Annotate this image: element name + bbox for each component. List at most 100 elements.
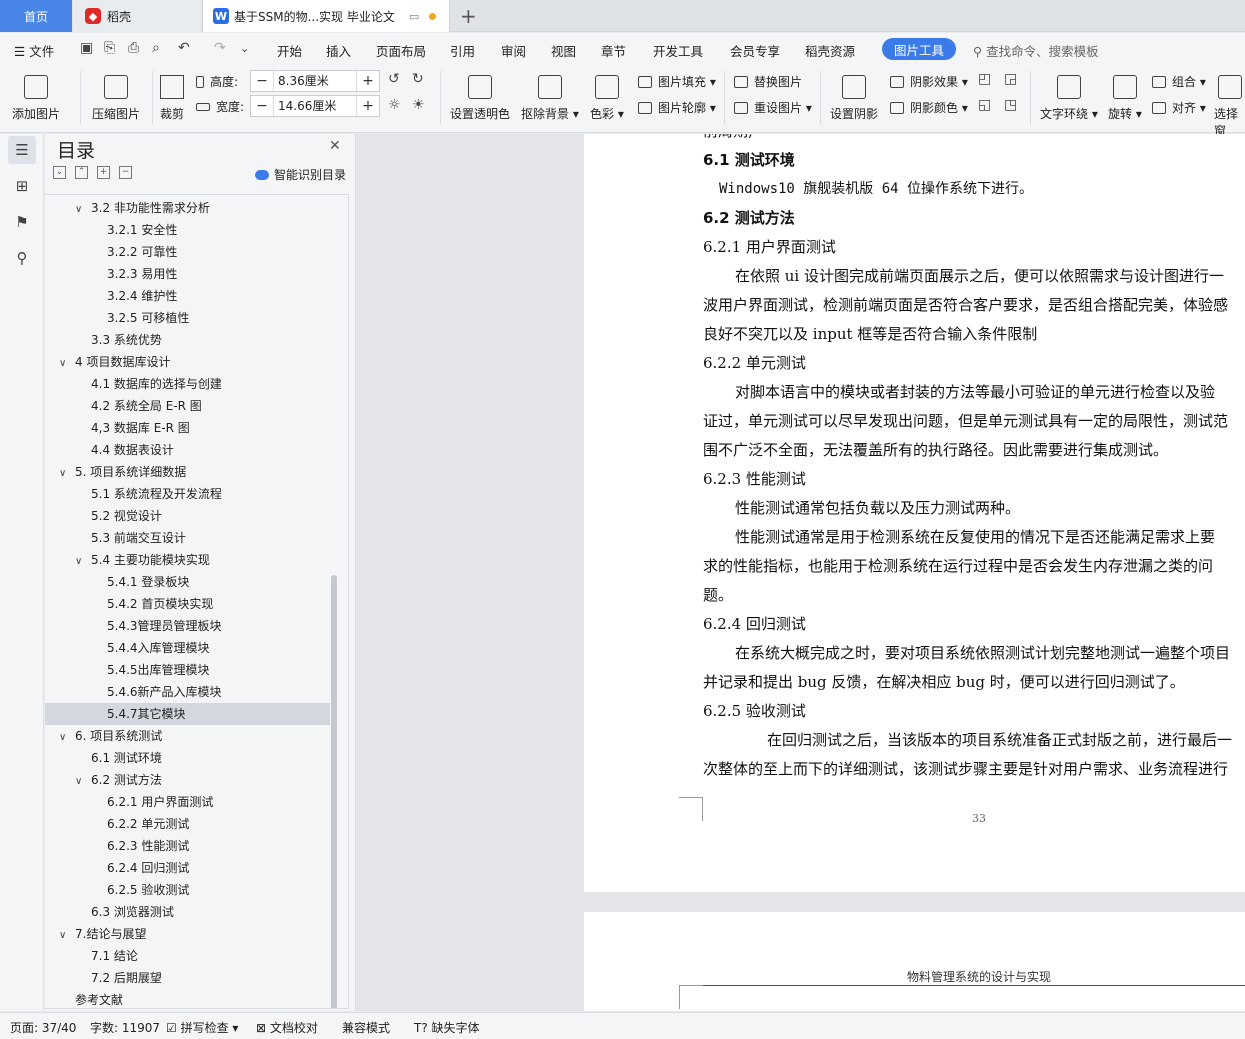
document-page[interactable]: 33 前周期, 6.1 测试环境 Windows10 旗舰装机版 64 位操作系统下… [584, 134, 1245, 892]
toc-item[interactable]: 5.2 视觉设计 [45, 505, 330, 527]
menu-page-layout[interactable]: 页面布局 [376, 41, 426, 60]
width-decrease-button[interactable]: − [251, 98, 273, 114]
smart-toc-button[interactable]: 智能识别目录 [255, 166, 346, 183]
document-text-line[interactable]: 次整体的至上而下的详细测试，该测试步骤主要是针对用户需求、业务流程进行 [703, 758, 1228, 779]
toc-item[interactable]: 5.4.1 登录板块 [45, 571, 330, 593]
toc-item[interactable]: 参考文献 [45, 989, 330, 1008]
doc-proofread-button[interactable]: ⊠ 文档校对 [256, 1019, 318, 1036]
crop-button[interactable]: 裁剪 [160, 75, 184, 122]
document-text-line[interactable]: 6.2.2 单元测试 [703, 352, 806, 373]
close-icon[interactable]: ✕ [329, 138, 341, 154]
document-text-line[interactable]: 6.2.1 用户界面测试 [703, 236, 836, 257]
word-count[interactable]: 字数: 11907 [90, 1019, 160, 1036]
shadow-color-button[interactable]: 阴影颜色 ▾ [890, 99, 968, 116]
toc-item[interactable]: 3.3 系统优势 [45, 329, 330, 351]
toc-item[interactable]: 6.2.2 单元测试 [45, 813, 330, 835]
toc-item[interactable]: 7.1 结论 [45, 945, 330, 967]
menu-review[interactable]: 审阅 [501, 41, 526, 60]
missing-font-button[interactable]: T? 缺失字体 [414, 1019, 480, 1036]
section-heading[interactable]: 6.2 测试方法 [703, 207, 795, 228]
toc-item[interactable]: 5.4.4入库管理模块 [45, 637, 330, 659]
toc-item[interactable]: ∨ 6. 项目系统测试 [45, 725, 330, 747]
selection-pane-button[interactable]: 选择窗 [1214, 75, 1245, 139]
toc-item[interactable]: 4.1 数据库的选择与创建 [45, 373, 330, 395]
toc-item[interactable]: 7.2 后期展望 [45, 967, 330, 989]
shadow-down-icon[interactable]: ◲ [1004, 71, 1017, 87]
chapter-nav-icon[interactable]: ⊞ [8, 172, 36, 200]
width-value[interactable]: 14.66厘米 [273, 96, 357, 116]
more-quick-access-icon[interactable]: ⌄ [240, 42, 249, 55]
toc-item[interactable]: ∨ 7.结论与展望 [45, 923, 330, 945]
toc-item[interactable]: 3.2.1 安全性 [45, 219, 330, 241]
command-search[interactable]: ⚲ 查找命令、搜索模板 [973, 41, 1099, 60]
brightness-decrease-icon[interactable]: ☀ [412, 97, 425, 113]
toc-item[interactable]: 6.2.3 性能测试 [45, 835, 330, 857]
menu-chapter[interactable]: 章节 [601, 41, 626, 60]
chevron-down-icon[interactable]: ∨ [59, 727, 73, 749]
menu-dev-tools[interactable]: 开发工具 [653, 41, 703, 60]
reset-image-button[interactable]: 重设图片 ▾ [734, 99, 812, 116]
toc-item[interactable]: 5.4.3管理员管理板块 [45, 615, 330, 637]
shadow-up-icon[interactable]: ◰ [978, 71, 991, 87]
toc-item[interactable]: 3.2.2 可靠性 [45, 241, 330, 263]
align-button[interactable]: 对齐 ▾ [1152, 99, 1206, 116]
toc-item[interactable]: 4.4 数据表设计 [45, 439, 330, 461]
height-decrease-button[interactable]: − [251, 73, 273, 89]
document-text-line[interactable]: 6.2.5 验收测试 [703, 700, 806, 721]
export-pdf-icon[interactable]: ⎘ [104, 40, 115, 56]
compress-image-button[interactable]: 压缩图片 [92, 75, 140, 122]
text-wrap-button[interactable]: 文字环绕 ▾ [1040, 75, 1098, 122]
chevron-down-icon[interactable]: ∨ [59, 925, 73, 947]
expand-all-icon[interactable]: ⌄ [53, 166, 66, 179]
height-increase-button[interactable]: + [357, 73, 379, 89]
document-canvas[interactable]: 33 前周期, 6.1 测试环境 Windows10 旗舰装机版 64 位操作系统下… [357, 134, 1245, 1011]
menu-view[interactable]: 视图 [551, 41, 576, 60]
shadow-effect-button[interactable]: 阴影效果 ▾ [890, 73, 968, 90]
chevron-down-icon[interactable]: ∨ [75, 771, 89, 793]
toc-item[interactable]: 3.2.3 易用性 [45, 263, 330, 285]
toc-item[interactable]: 5.4.2 首页模块实现 [45, 593, 330, 615]
next-document-page[interactable]: 物料管理系统的设计与实现 [584, 912, 1245, 1011]
tab-daoke[interactable]: ◆ 稻壳 [73, 0, 201, 32]
rotate-left-icon[interactable]: ↺ [388, 71, 400, 87]
chevron-down-icon[interactable]: ∨ [75, 199, 89, 221]
set-transparent-button[interactable]: 设置透明色 [450, 75, 510, 122]
remove-heading-icon[interactable]: − [119, 166, 132, 179]
picture-outline-button[interactable]: 图片轮廓 ▾ [638, 99, 716, 116]
toc-item[interactable]: 4.2 系统全局 E-R 图 [45, 395, 330, 417]
rotate-button[interactable]: 旋转 ▾ [1108, 75, 1142, 122]
print-preview-icon[interactable]: ⌕ [152, 40, 160, 56]
document-text-line[interactable]: 波用户界面测试，检测前端页面是否符合客户要求，是否组合搭配完美，体验感 [703, 294, 1228, 315]
toc-item[interactable]: 3.2.5 可移植性 [45, 307, 330, 329]
add-heading-icon[interactable]: + [97, 166, 110, 179]
toc-item[interactable]: ∨ 5.4 主要功能模块实现 [45, 549, 330, 571]
bookmark-icon[interactable]: ⚑ [8, 208, 36, 236]
toc-item[interactable]: 5.1 系统流程及开发流程 [45, 483, 330, 505]
chevron-down-icon[interactable]: ∨ [59, 463, 73, 485]
toc-item[interactable]: 6.2.5 验收测试 [45, 879, 330, 901]
width-stepper[interactable]: − 14.66厘米 + [250, 95, 380, 117]
height-stepper[interactable]: − 8.36厘米 + [250, 70, 380, 92]
toc-icon[interactable]: ☰ [8, 136, 36, 164]
toc-item[interactable]: 5.4.5出库管理模块 [45, 659, 330, 681]
toc-item[interactable]: ∨ 3.2 非功能性需求分析 [45, 197, 330, 219]
monitor-icon[interactable]: ▭ [409, 10, 419, 23]
menu-start[interactable]: 开始 [277, 41, 302, 60]
chevron-down-icon[interactable]: ∨ [75, 551, 89, 573]
document-text-line[interactable]: 在依照 ui 设计图完成前端页面展示之后，便可以依照需求与设计图进行一 [735, 265, 1224, 286]
menu-picture-tools[interactable]: 图片工具 [882, 38, 956, 60]
picture-fill-button[interactable]: 图片填充 ▾ [638, 73, 716, 90]
shadow-left-icon[interactable]: ◱ [978, 97, 991, 113]
toc-item[interactable]: 6.1 测试环境 [45, 747, 330, 769]
document-text-line[interactable]: 围不广泛不全面，无法覆盖所有的执行路径。因此需要进行集成测试。 [703, 439, 1168, 460]
new-tab-button[interactable]: + [460, 4, 477, 28]
toc-item[interactable]: 6.2.4 回归测试 [45, 857, 330, 879]
document-text-line[interactable]: 在系统大概完成之时，要对项目系统依照测试计划完整地测试一遍整个项目 [735, 642, 1230, 663]
toc-item[interactable]: 4,3 数据库 E-R 图 [45, 417, 330, 439]
page-indicator[interactable]: 页面: 37/40 [10, 1019, 76, 1036]
section-heading[interactable]: 6.1 测试环境 [703, 149, 795, 170]
document-text-line[interactable]: 前周期, [703, 134, 753, 141]
toc-item[interactable]: ∨ 6.2 测试方法 [45, 769, 330, 791]
tab-document[interactable]: W 基于SSM的物...实现 毕业论文 ▭ [202, 0, 450, 32]
brightness-increase-icon[interactable]: ☼ [388, 97, 401, 113]
